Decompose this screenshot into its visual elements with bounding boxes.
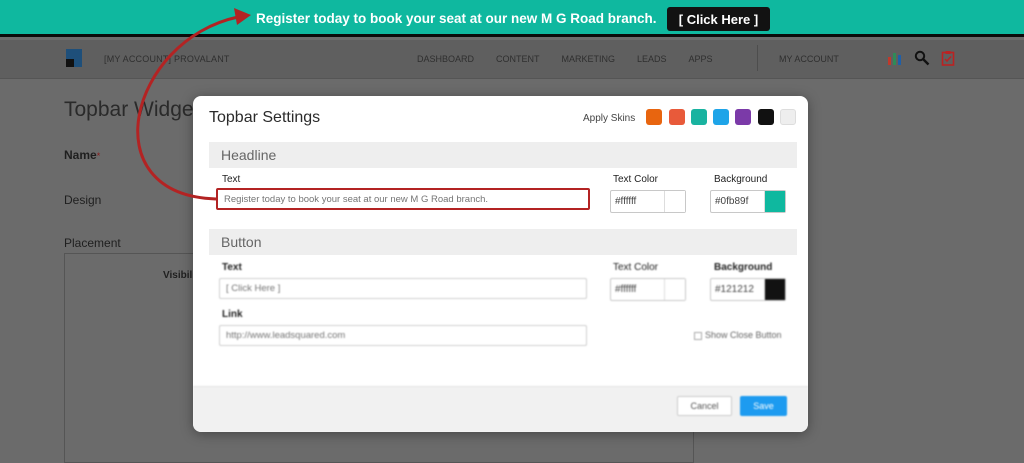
nav-content[interactable]: CONTENT <box>496 54 540 64</box>
skin-orange[interactable] <box>646 109 662 125</box>
search-icon[interactable] <box>914 50 930 66</box>
button-text-label: Text <box>222 262 242 273</box>
headline-background-swatch[interactable] <box>764 191 785 212</box>
announcement-topbar: Register today to book your seat at our … <box>0 0 1024 37</box>
design-label: Design <box>64 193 102 207</box>
button-section-header: Button <box>209 229 797 255</box>
button-text-input[interactable] <box>219 278 587 299</box>
show-close-label: Show Close Button <box>705 330 782 340</box>
topbar-message: Register today to book your seat at our … <box>256 11 657 26</box>
cancel-button[interactable]: Cancel <box>677 396 732 416</box>
modal-footer: Cancel Save <box>193 386 808 432</box>
app-logo[interactable] <box>66 49 82 67</box>
headline-background-value: #0fb89f <box>715 196 749 207</box>
name-label: Name* <box>64 148 100 162</box>
required-mark: * <box>96 151 101 161</box>
headline-section-header: Headline <box>209 142 797 168</box>
name-label-text: Name <box>64 148 97 162</box>
nav-divider <box>757 45 758 71</box>
skin-black[interactable] <box>758 109 774 125</box>
headline-text-color-swatch[interactable] <box>664 191 685 212</box>
button-text-color-value: #ffffff <box>615 284 637 295</box>
headline-background-field[interactable]: #0fb89f <box>710 190 786 213</box>
button-section-title: Button <box>221 234 262 250</box>
headline-background-label: Background <box>714 174 768 185</box>
headline-text-input[interactable] <box>216 188 590 210</box>
skin-light[interactable] <box>780 109 796 125</box>
main-nav: DASHBOARD CONTENT MARKETING LEADS APPS <box>417 54 713 64</box>
visibility-label: Visibili <box>163 270 196 281</box>
my-account-menu[interactable]: MY ACCOUNT <box>779 54 839 64</box>
account-switcher[interactable]: [MY ACCOUNT] PROVALANT <box>104 54 230 64</box>
modal-title: Topbar Settings <box>209 109 321 126</box>
apply-skins-label: Apply Skins <box>583 113 636 124</box>
button-link-label: Link <box>222 309 243 320</box>
button-background-swatch[interactable] <box>764 279 785 300</box>
skin-teal[interactable] <box>691 109 707 125</box>
save-button[interactable]: Save <box>740 396 787 416</box>
button-background-field[interactable]: #121212 <box>710 278 786 301</box>
button-background-value: #121212 <box>715 284 754 295</box>
topbar-click-here-button[interactable]: [ Click Here ] <box>667 7 770 31</box>
nav-dashboard[interactable]: DASHBOARD <box>417 54 474 64</box>
page-title: Topbar Widget <box>64 98 200 121</box>
button-text-color-field[interactable]: #ffffff <box>610 278 686 301</box>
nav-marketing[interactable]: MARKETING <box>562 54 616 64</box>
skin-blue[interactable] <box>713 109 729 125</box>
topbar-settings-modal: Topbar Settings Apply Skins Headline Tex… <box>193 96 808 432</box>
nav-leads[interactable]: LEADS <box>637 54 667 64</box>
button-link-input[interactable] <box>219 325 587 346</box>
skin-red[interactable] <box>669 109 685 125</box>
headline-text-label: Text <box>222 174 241 185</box>
headline-text-color-value: #ffffff <box>615 196 637 207</box>
placement-label: Placement <box>64 236 121 250</box>
headline-text-color-field[interactable]: #ffffff <box>610 190 686 213</box>
button-background-label: Background <box>714 262 773 273</box>
button-text-color-label: Text Color <box>613 262 659 273</box>
nav-apps[interactable]: APPS <box>689 54 713 64</box>
button-text-color-swatch[interactable] <box>664 279 685 300</box>
show-close-checkbox[interactable] <box>694 332 702 340</box>
skin-purple[interactable] <box>735 109 751 125</box>
clipboard-icon[interactable] <box>940 50 956 66</box>
headline-section-title: Headline <box>221 147 277 163</box>
headline-text-color-label: Text Color <box>613 174 659 185</box>
bar-chart-icon[interactable] <box>887 50 903 66</box>
